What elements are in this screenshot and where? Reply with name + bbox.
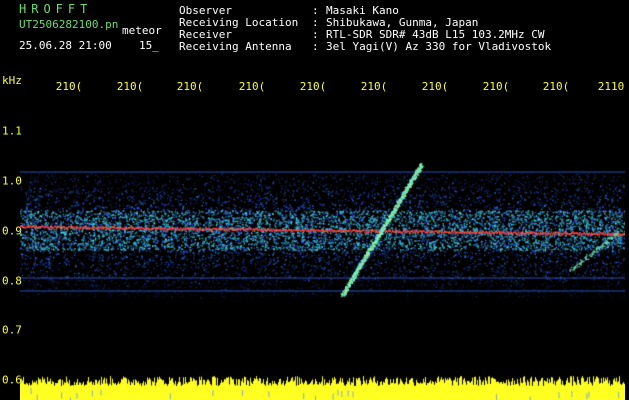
spectrogram-waterfall — [20, 100, 625, 370]
antenna-value: 3el Yagi(V) Az 330 for Vladivostok — [326, 40, 552, 53]
time-tick-label: 210( — [482, 80, 510, 93]
time-tick-label: 210( — [299, 80, 327, 93]
signal-level-bar — [20, 370, 625, 400]
frequency-unit-label: kHz — [2, 74, 22, 87]
frequency-tick-label: 0.9 — [2, 224, 22, 238]
time-tick-label: 210( — [421, 80, 449, 93]
time-tick-label: 210( — [116, 80, 144, 93]
time-tick-label: 210( — [55, 80, 83, 93]
frequency-tick-label: 1.1 — [2, 124, 22, 138]
frequency-tick-label: 0.8 — [2, 274, 22, 288]
time-tick-label: 210( — [238, 80, 266, 93]
file-suffix: meteor — [122, 24, 162, 37]
echo-count: 15_ — [139, 39, 159, 52]
time-tick-label: 210( — [542, 80, 570, 93]
hrofft-logo: HROFFT — [19, 2, 93, 16]
antenna-label: Receiving Antenna — [179, 40, 292, 53]
frequency-tick-label: 0.6 — [2, 373, 22, 387]
frequency-tick-label: 0.7 — [2, 323, 22, 337]
time-tick-label: 2110 — [597, 80, 625, 93]
time-tick-label: 210( — [360, 80, 388, 93]
frequency-tick-label: 1.0 — [2, 174, 22, 188]
file-name: UT2506282100.pn — [19, 18, 119, 31]
time-tick-label: 210( — [176, 80, 204, 93]
separator: : — [312, 40, 319, 53]
date-time: 25.06.28 21:00 — [19, 39, 112, 52]
